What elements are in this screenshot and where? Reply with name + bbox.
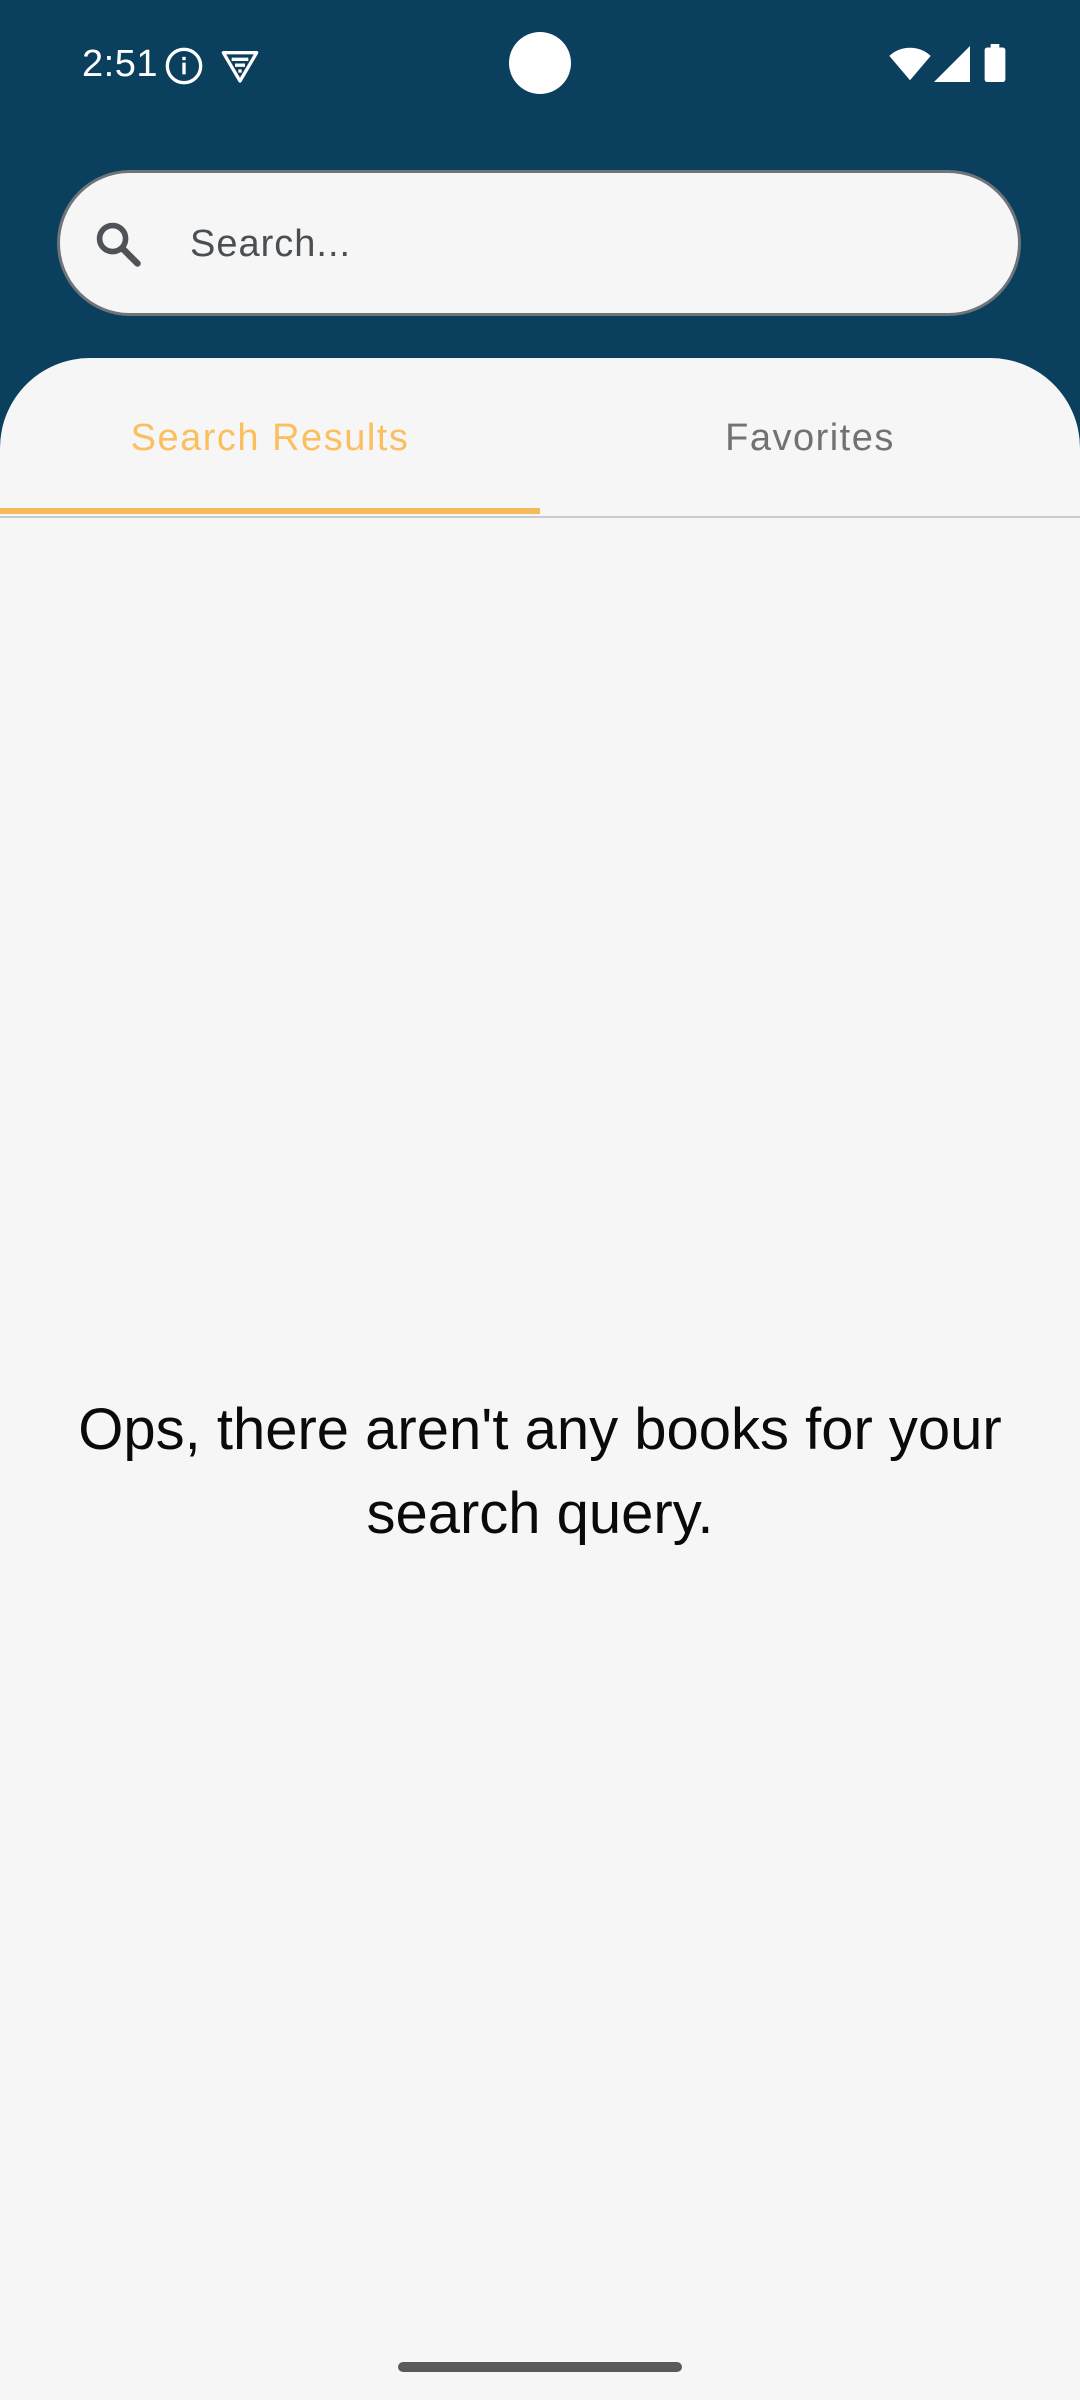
search-icon[interactable]	[92, 218, 144, 270]
tab-favorites-label: Favorites	[725, 416, 895, 459]
status-time: 2:51	[82, 43, 158, 85]
tab-favorites[interactable]: Favorites	[540, 358, 1080, 518]
wifi-icon	[889, 47, 931, 81]
camera-cutout	[509, 32, 571, 94]
vpn-icon	[221, 51, 259, 83]
tab-indicator	[0, 508, 540, 514]
content-sheet: Search Results Favorites Ops, there aren…	[0, 358, 1080, 2400]
home-indicator[interactable]	[398, 2362, 682, 2372]
signal-icon	[934, 46, 970, 82]
tab-search-results-label: Search Results	[130, 416, 410, 459]
app-screen: 2:51 Search Results	[0, 0, 1080, 2400]
status-bar: 2:51	[0, 0, 1080, 130]
battery-icon	[984, 44, 1006, 82]
empty-state-message: Ops, there aren't any books for your sea…	[78, 1397, 1002, 1546]
search-input[interactable]	[190, 200, 990, 288]
tab-bar: Search Results Favorites	[0, 358, 1080, 518]
info-icon	[165, 47, 203, 85]
tab-search-results[interactable]: Search Results	[0, 358, 540, 518]
